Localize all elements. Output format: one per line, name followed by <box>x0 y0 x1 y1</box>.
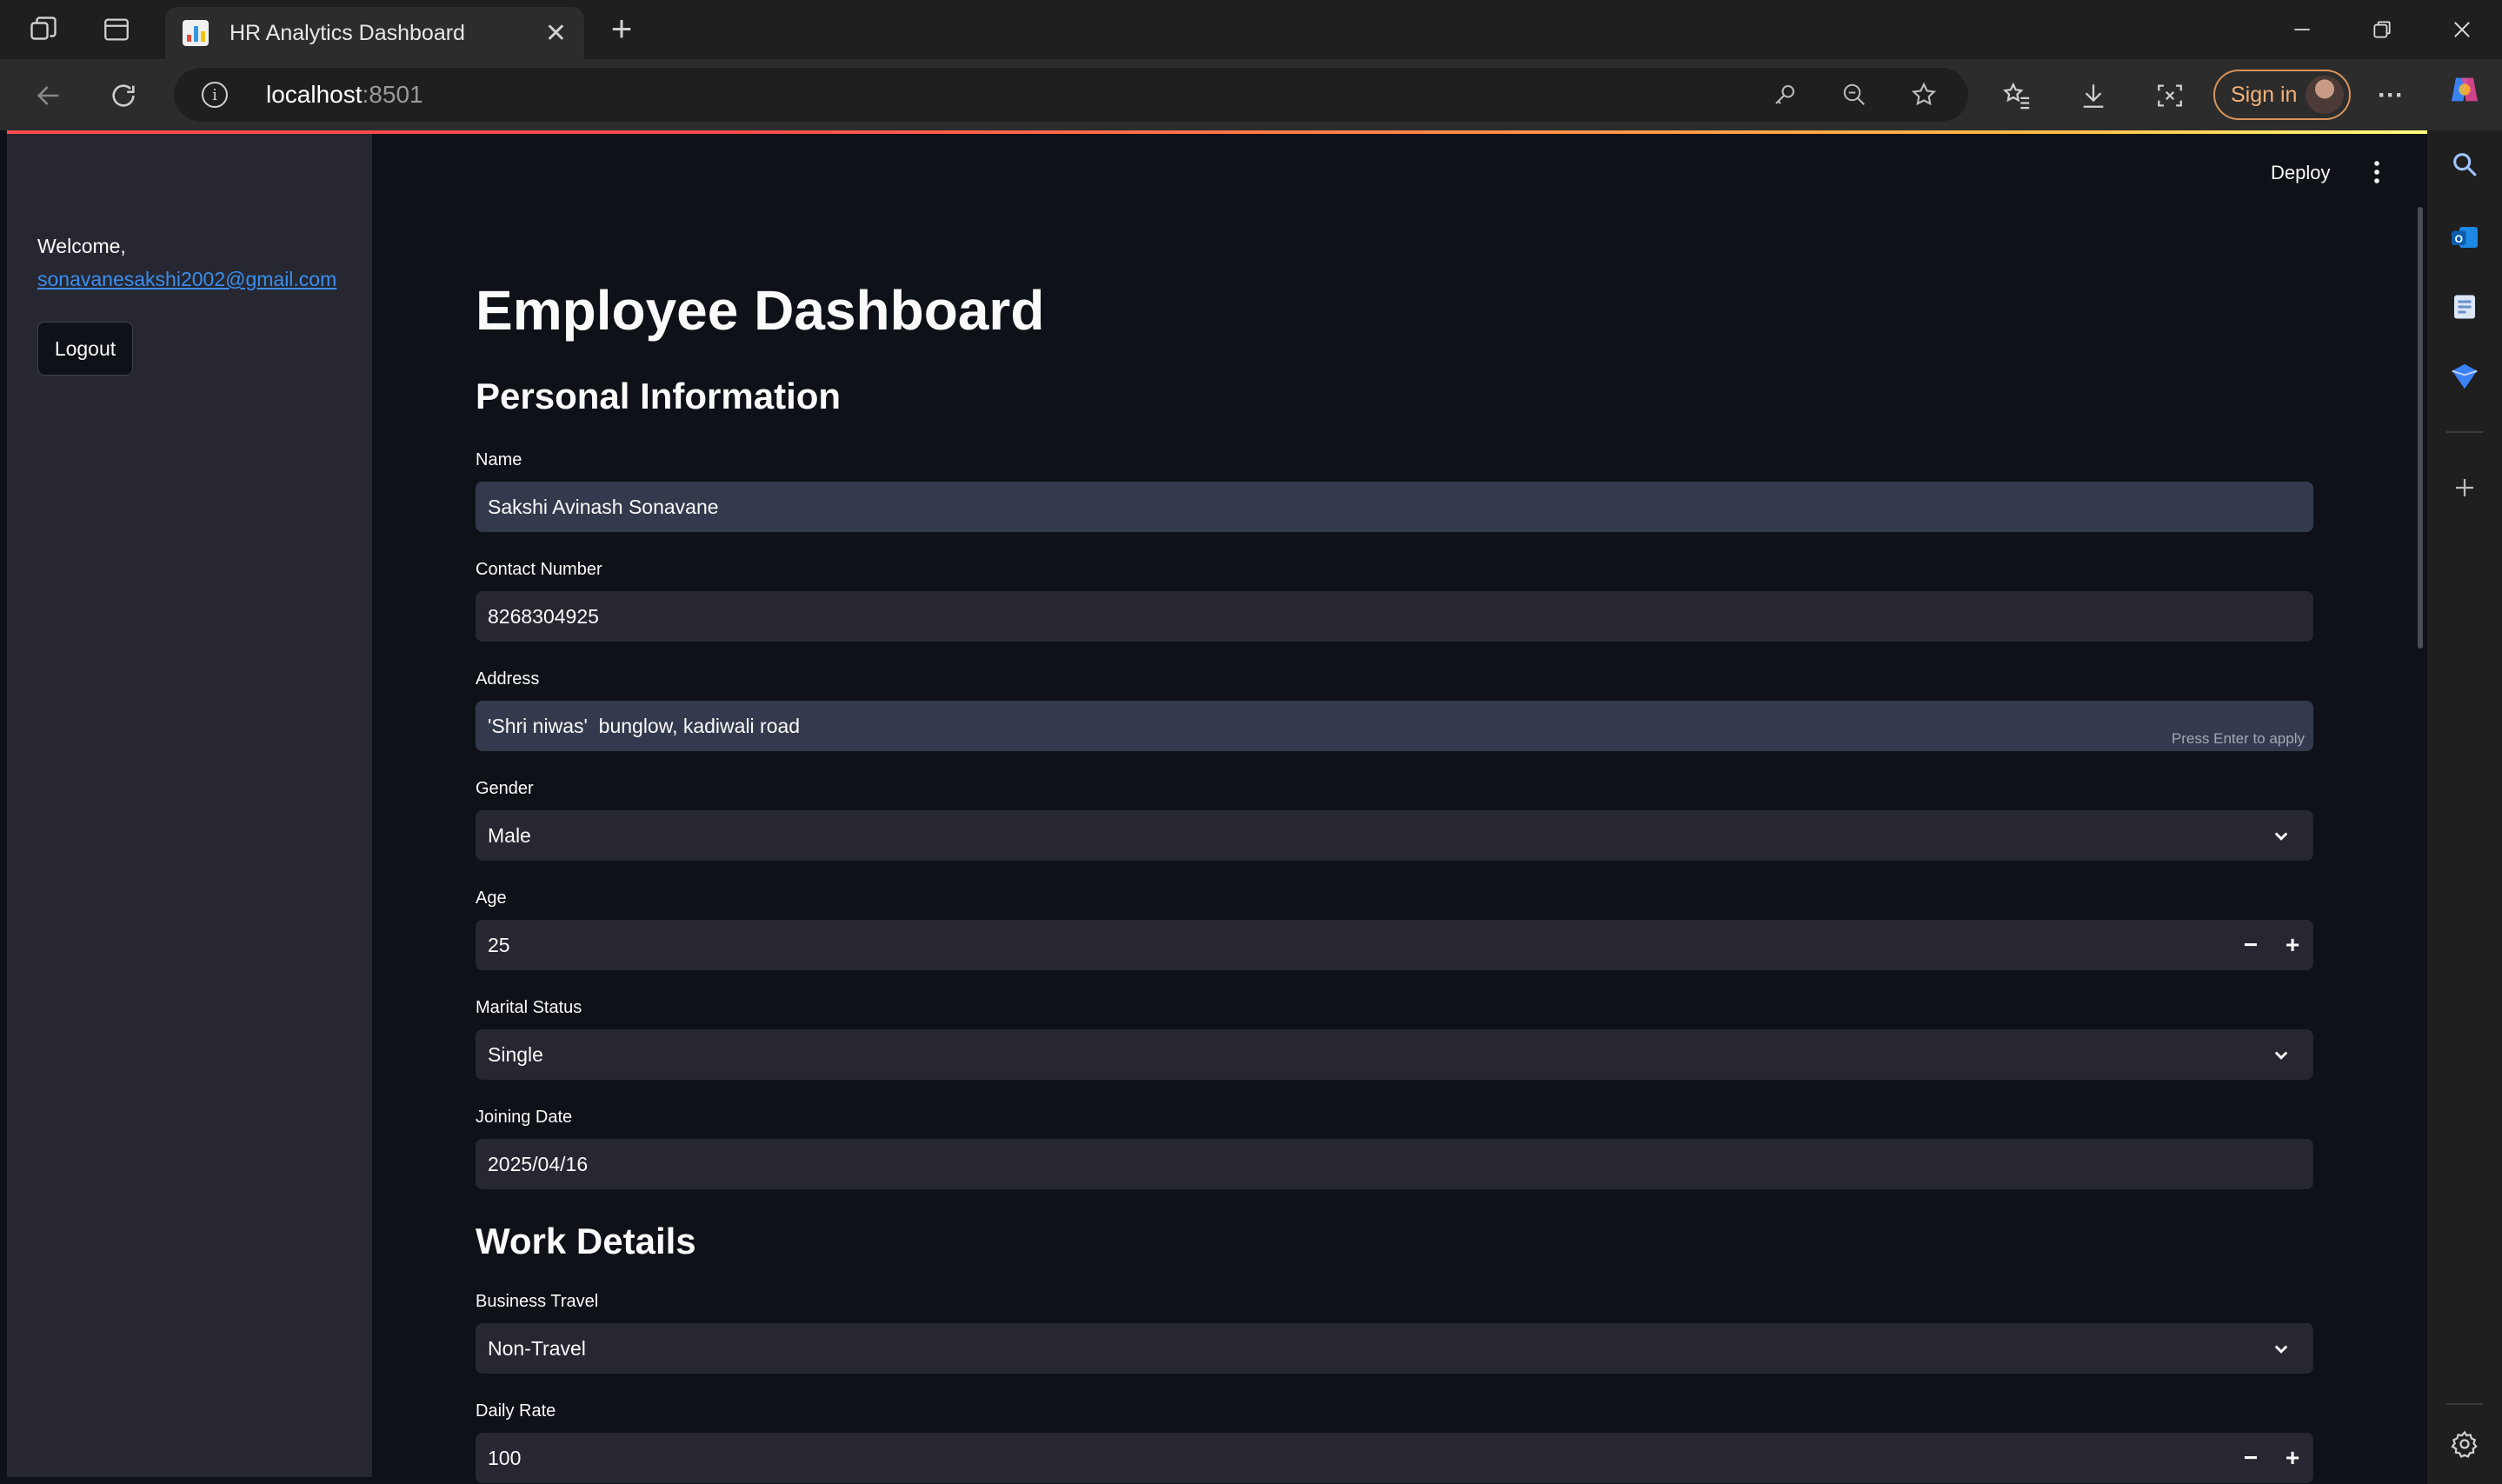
welcome-text: Welcome, <box>37 235 126 257</box>
joining-date-input[interactable]: 2025/04/16 <box>476 1139 2313 1189</box>
downloads-icon[interactable] <box>2074 77 2113 115</box>
window-close-icon[interactable] <box>2422 0 2502 59</box>
logout-button[interactable]: Logout <box>37 322 133 376</box>
screenshot-icon[interactable] <box>2151 77 2189 115</box>
name-input[interactable]: Sakshi Avinash Sonavane <box>476 482 2313 532</box>
new-tab-icon[interactable]: + <box>600 7 643 50</box>
search-icon[interactable] <box>2443 143 2486 186</box>
sidebar: Welcome, sonavanesakshi2002@gmail.com Lo… <box>7 134 372 1477</box>
back-icon[interactable] <box>26 73 71 118</box>
app-window: Welcome, sonavanesakshi2002@gmail.com Lo… <box>0 130 2427 1484</box>
browser-toolbar: i localhost:8501 Sign in ··· <box>0 59 2502 130</box>
chevron-down-icon <box>2274 1051 2288 1060</box>
gender-select[interactable]: Male <box>476 810 2313 861</box>
key-icon[interactable] <box>1768 78 1801 111</box>
joining-date-value: 2025/04/16 <box>488 1152 589 1175</box>
chevron-down-icon <box>2274 1345 2288 1354</box>
business-travel-label: Business Travel <box>476 1292 599 1311</box>
work-details-heading: Work Details <box>476 1221 696 1261</box>
daily-rate-label: Daily Rate <box>476 1401 556 1421</box>
address-value: 'Shri niwas' bunglow, kadiwali road <box>488 714 801 737</box>
restore-icon[interactable] <box>2342 0 2422 59</box>
close-icon[interactable]: ✕ <box>545 18 567 49</box>
age-decrement-button[interactable]: − <box>2230 920 2272 970</box>
deploy-button[interactable]: Deploy <box>2271 162 2330 184</box>
avatar <box>2306 76 2344 114</box>
tab-actions-icon[interactable] <box>85 0 148 59</box>
chart-favicon-icon <box>183 20 209 46</box>
daily-rate-value: 100 <box>488 1446 522 1469</box>
office-icon[interactable] <box>2443 285 2486 329</box>
add-icon[interactable] <box>2443 466 2486 509</box>
business-travel-select[interactable]: Non-Travel <box>476 1323 2313 1374</box>
browser-side-panel: O <box>2427 77 2502 1484</box>
main-menu-icon[interactable] <box>2366 155 2387 190</box>
address-input[interactable]: 'Shri niwas' bunglow, kadiwali road Pres… <box>476 701 2313 751</box>
more-icon[interactable]: ··· <box>2372 77 2410 115</box>
age-label: Age <box>476 888 507 908</box>
svg-text:O: O <box>2455 233 2463 245</box>
gender-label: Gender <box>476 779 534 798</box>
name-value: Sakshi Avinash Sonavane <box>488 495 719 518</box>
daily-rate-number-input[interactable]: 100 − + <box>476 1433 2313 1483</box>
user-email-link[interactable]: sonavanesakshi2002@gmail.com <box>37 268 336 291</box>
tab-hr-analytics[interactable]: HR Analytics Dashboard ✕ <box>165 7 584 59</box>
zoom-out-icon[interactable] <box>1838 78 1871 111</box>
age-number-input[interactable]: 25 − + <box>476 920 2313 970</box>
business-travel-value: Non-Travel <box>488 1336 586 1360</box>
name-label: Name <box>476 450 522 469</box>
side-panel-divider-bottom <box>2446 1403 2483 1405</box>
marital-status-select[interactable]: Single <box>476 1029 2313 1080</box>
workspaces-icon[interactable] <box>12 0 75 59</box>
marital-status-label: Marital Status <box>476 998 582 1017</box>
site-info-icon[interactable]: i <box>202 82 228 108</box>
side-panel-divider <box>2446 431 2483 433</box>
copilot-icon[interactable] <box>2443 68 2486 111</box>
address-bar[interactable]: i localhost:8501 <box>174 68 1968 122</box>
contact-number-label: Contact Number <box>476 560 602 579</box>
gender-value: Male <box>488 823 531 847</box>
settings-gear-icon[interactable] <box>2443 1422 2486 1466</box>
url-text: localhost:8501 <box>266 81 423 108</box>
daily-rate-increment-button[interactable]: + <box>2272 1433 2313 1483</box>
personal-info-heading: Personal Information <box>476 376 842 416</box>
contact-number-input[interactable]: 8268304925 <box>476 591 2313 642</box>
age-increment-button[interactable]: + <box>2272 920 2313 970</box>
refresh-icon[interactable] <box>101 73 146 118</box>
scrollbar-thumb[interactable] <box>2418 207 2423 649</box>
marital-status-value: Single <box>488 1042 543 1066</box>
outlook-icon[interactable]: O <box>2443 216 2486 259</box>
page-title: Employee Dashboard <box>476 279 1045 342</box>
address-label: Address <box>476 669 540 689</box>
age-stepper: − + <box>2230 920 2313 970</box>
chevron-down-icon <box>2274 832 2288 841</box>
favorites-icon[interactable] <box>1998 77 2036 115</box>
games-icon[interactable] <box>2443 355 2486 398</box>
sign-in-button[interactable]: Sign in <box>2213 70 2351 120</box>
browser-tabbar: HR Analytics Dashboard ✕ + <box>0 0 2502 59</box>
sign-in-label: Sign in <box>2231 82 2298 107</box>
press-enter-hint: Press Enter to apply <box>2171 730 2305 747</box>
age-value: 25 <box>488 933 510 956</box>
daily-rate-decrement-button[interactable]: − <box>2230 1433 2272 1483</box>
minimize-icon[interactable] <box>2262 0 2342 59</box>
favorite-star-icon[interactable] <box>1907 78 1940 111</box>
contact-number-value: 8268304925 <box>488 604 599 628</box>
daily-rate-stepper: − + <box>2230 1433 2313 1483</box>
joining-date-label: Joining Date <box>476 1108 573 1127</box>
tab-title: HR Analytics Dashboard <box>230 20 465 45</box>
